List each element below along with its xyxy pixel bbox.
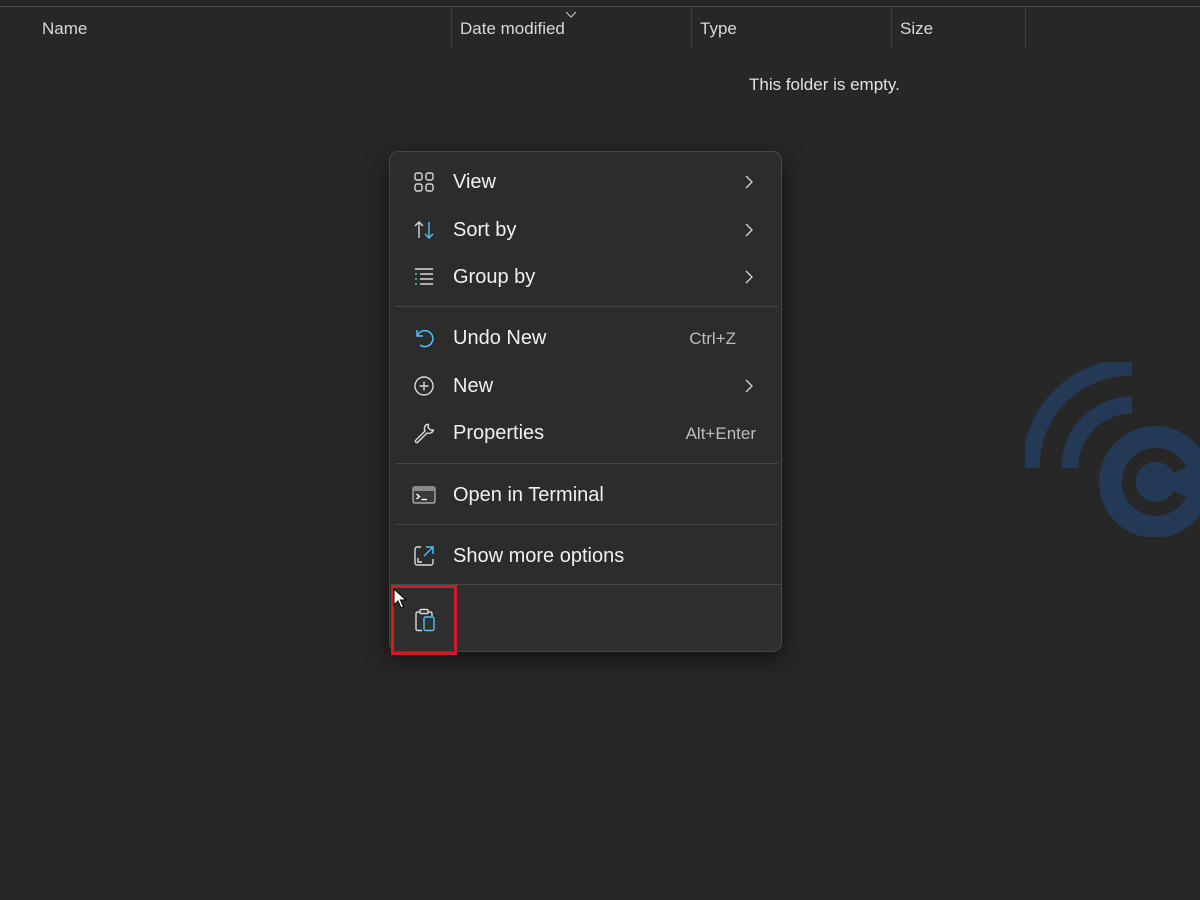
menu-item-sort-by[interactable]: Sort by	[396, 207, 776, 253]
chevron-right-icon	[745, 379, 753, 393]
expand-icon	[414, 546, 434, 566]
undo-icon	[416, 329, 434, 348]
menu-item-undo-new[interactable]: Undo New Ctrl+Z	[396, 315, 776, 361]
view-grid-icon	[414, 172, 434, 192]
chevron-right-icon	[745, 270, 753, 284]
column-type-header[interactable]: Type	[691, 8, 891, 48]
context-menu: View Sort by Group by Undo New Ctrl+Z Ne…	[389, 151, 782, 655]
column-separator[interactable]	[1025, 8, 1026, 48]
menu-divider	[396, 463, 778, 464]
menu-item-label: Open in Terminal	[453, 484, 604, 506]
menu-item-label: New	[453, 375, 494, 397]
menu-item-shortcut: Ctrl+Z	[689, 329, 736, 348]
menu-item-open-in-terminal[interactable]: Open in Terminal	[396, 472, 776, 518]
menu-item-new[interactable]: New	[396, 363, 776, 409]
empty-folder-message: This folder is empty.	[749, 75, 900, 94]
sort-icon	[414, 221, 434, 239]
logo-watermark	[1025, 362, 1200, 537]
column-size-header[interactable]: Size	[891, 8, 1025, 48]
terminal-icon	[412, 486, 436, 504]
menu-item-label: View	[453, 171, 496, 193]
menu-item-label: Properties	[453, 422, 545, 444]
sort-descending-icon	[565, 11, 577, 18]
menu-item-label: Group by	[453, 266, 536, 288]
menu-item-label: Undo New	[453, 327, 547, 349]
plus-circle-icon	[414, 376, 434, 396]
menu-item-properties[interactable]: Properties Alt+Enter	[396, 410, 776, 456]
mouse-cursor-icon	[393, 588, 407, 609]
top-divider	[0, 6, 1200, 7]
menu-divider	[396, 524, 778, 525]
menu-item-group-by[interactable]: Group by	[396, 254, 776, 300]
paste-icon	[415, 608, 435, 632]
chevron-right-icon	[745, 175, 753, 189]
chevron-right-icon	[745, 223, 753, 237]
column-header-row: Name Date modified Type Size	[0, 8, 1200, 48]
menu-item-label: Show more options	[453, 545, 625, 567]
menu-divider	[396, 306, 778, 307]
menu-item-shortcut: Alt+Enter	[685, 424, 756, 443]
wrench-icon	[414, 423, 435, 444]
menu-item-view[interactable]: View	[396, 159, 776, 205]
group-list-icon	[415, 268, 433, 285]
menu-item-label: Sort by	[453, 219, 517, 241]
menu-item-show-more-options[interactable]: Show more options	[396, 533, 776, 579]
column-name-header[interactable]: Name	[33, 8, 451, 48]
